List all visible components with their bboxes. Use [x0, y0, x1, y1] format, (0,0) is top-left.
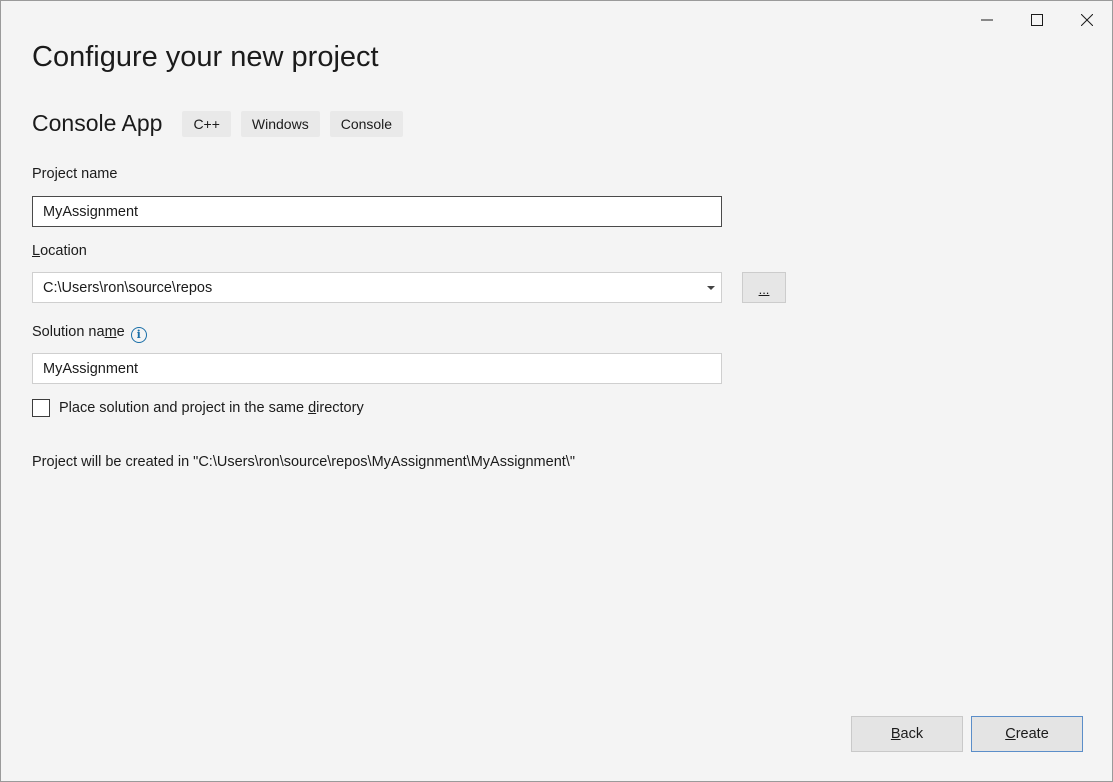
- minimize-button[interactable]: [962, 1, 1012, 39]
- tag-language: C++: [182, 110, 231, 137]
- maximize-button[interactable]: [1012, 1, 1062, 39]
- project-name-value: MyAssignment: [43, 203, 139, 220]
- info-icon[interactable]: i: [130, 326, 147, 343]
- template-header: Console App C++ Windows Console: [32, 110, 413, 137]
- close-icon: [1081, 14, 1093, 26]
- location-label: Location: [32, 243, 87, 259]
- project-name-label: Project name: [32, 166, 118, 182]
- browse-button[interactable]: ...: [742, 272, 786, 303]
- project-name-input[interactable]: MyAssignment: [32, 196, 722, 227]
- close-button[interactable]: [1062, 1, 1112, 39]
- solution-name-label: Solution name i: [32, 324, 147, 343]
- back-button[interactable]: Back: [851, 716, 963, 752]
- solution-name-value: MyAssignment: [43, 360, 139, 377]
- page-title: Configure your new project: [32, 41, 379, 73]
- same-directory-label: Place solution and project in the same d…: [59, 400, 364, 416]
- same-directory-checkbox[interactable]: [32, 399, 50, 417]
- location-combobox[interactable]: C:\Users\ron\source\repos: [32, 272, 722, 303]
- maximize-icon: [1031, 14, 1043, 26]
- chevron-down-icon[interactable]: [707, 286, 715, 290]
- created-path-text: Project will be created in "C:\Users\ron…: [32, 454, 575, 470]
- window-controls: [962, 1, 1112, 39]
- same-directory-option[interactable]: Place solution and project in the same d…: [32, 399, 364, 417]
- minimize-icon: [981, 19, 993, 21]
- template-name: Console App: [32, 110, 163, 136]
- dialog-window: Configure your new project Console App C…: [0, 0, 1113, 782]
- tag-project-type: Console: [329, 110, 404, 137]
- location-value: C:\Users\ron\source\repos: [43, 279, 213, 296]
- create-button[interactable]: Create: [971, 716, 1083, 752]
- tag-platform: Windows: [240, 110, 320, 137]
- solution-name-input[interactable]: MyAssignment: [32, 353, 722, 384]
